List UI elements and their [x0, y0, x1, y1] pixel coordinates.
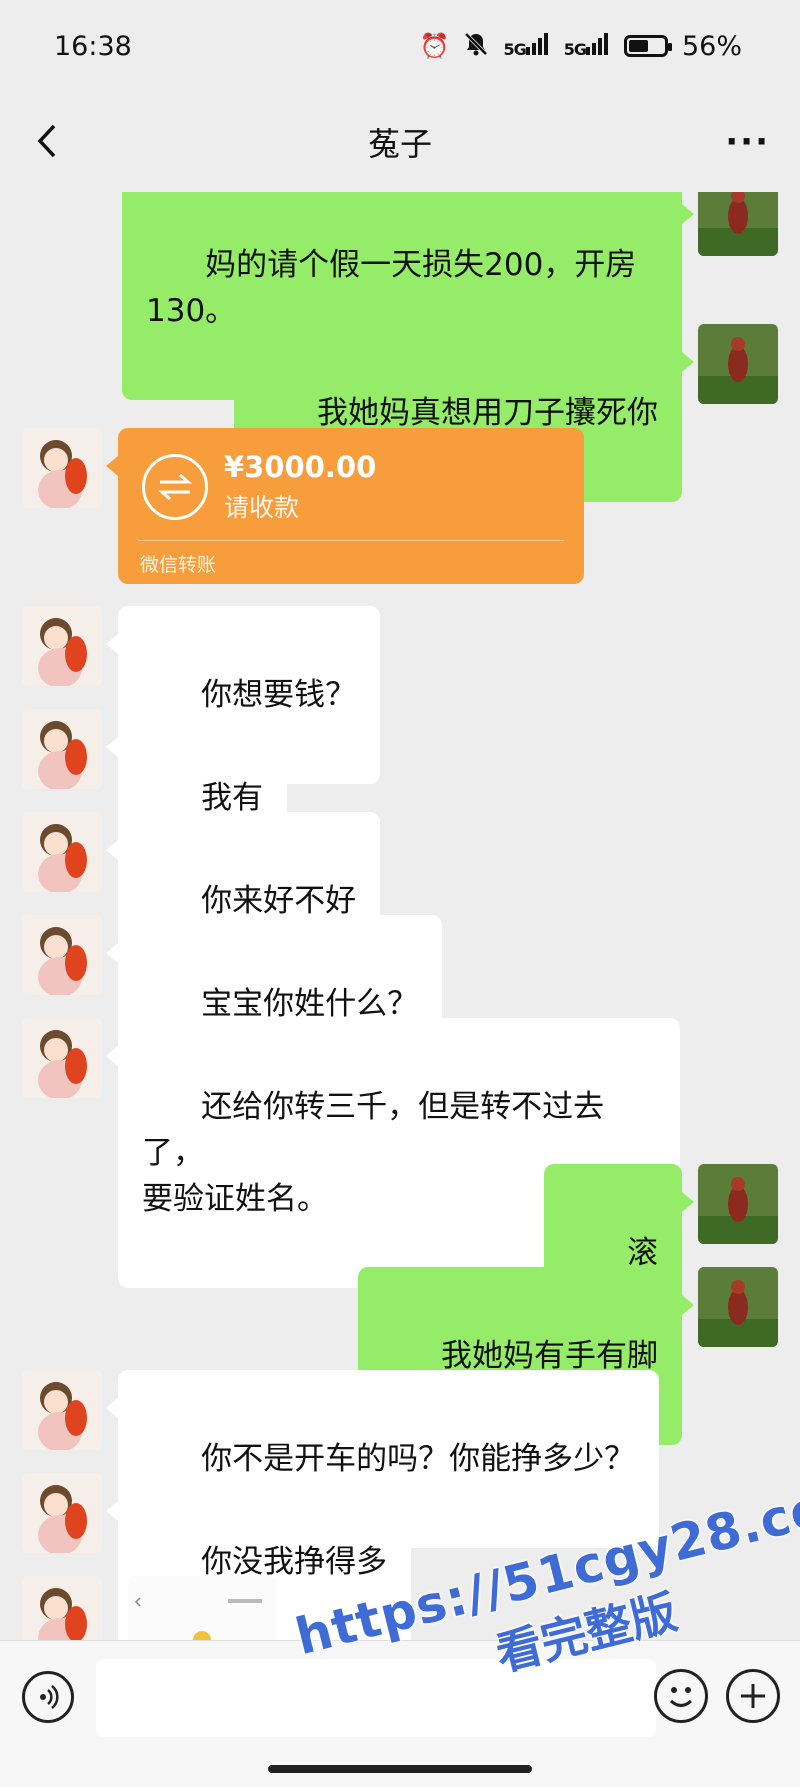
- message-text: 我她妈真想用刀子攮死你: [317, 395, 658, 431]
- message-text: 你来好不好: [201, 883, 357, 919]
- contact-avatar[interactable]: [22, 606, 102, 686]
- contact-avatar[interactable]: [22, 428, 102, 508]
- home-indicator[interactable]: [268, 1765, 532, 1773]
- signal-icon: 5G: [564, 33, 610, 59]
- back-button[interactable]: [30, 116, 70, 166]
- transfer-note: 请收款: [224, 493, 300, 522]
- voice-button[interactable]: [22, 1671, 74, 1723]
- battery-level: [628, 40, 649, 52]
- contact-avatar[interactable]: [22, 709, 102, 789]
- transfer-card[interactable]: ¥3000.00 请收款 微信转账: [106, 428, 584, 584]
- mute-icon: [463, 31, 489, 61]
- contact-avatar[interactable]: [22, 915, 102, 995]
- contact-avatar[interactable]: [22, 1018, 102, 1098]
- self-avatar[interactable]: [698, 1267, 778, 1347]
- voice-icon: [40, 1685, 59, 1709]
- status-time: 16:38: [54, 30, 132, 62]
- battery-icon: [623, 35, 672, 57]
- divider: [138, 540, 564, 541]
- chat-header: 菟子 ···: [0, 92, 800, 192]
- image-message[interactable]: [128, 1576, 276, 1640]
- self-avatar[interactable]: [698, 1164, 778, 1244]
- message-text: 你想要钱？: [201, 677, 357, 713]
- chevron-left-icon: [37, 124, 56, 158]
- message-list[interactable]: 妈的请个假一天损失200，开房 130。 我她妈真想用刀子攮死你 ¥3000.0…: [0, 192, 800, 1640]
- contact-avatar[interactable]: [22, 812, 102, 892]
- alarm-icon: ⏰: [419, 32, 450, 60]
- plus-button[interactable]: [726, 1669, 780, 1723]
- message-text: 你不是开车的吗？你能挣多少？: [201, 1441, 636, 1477]
- message-text: 还给你转三千，但是转不过去了， 要验证姓名。: [142, 1089, 605, 1217]
- contact-avatar[interactable]: [22, 1370, 102, 1450]
- plus-icon: [741, 1684, 765, 1708]
- message-text: 你没我挣得多: [201, 1544, 388, 1580]
- more-options-button[interactable]: ···: [725, 122, 770, 162]
- status-bar: 16:38 ⏰ 5G 5G 56%: [0, 0, 800, 92]
- self-avatar[interactable]: [698, 192, 778, 256]
- signal-icon: 5G: [503, 33, 549, 59]
- battery-percent: 56%: [681, 30, 742, 62]
- status-icons: ⏰ 5G 5G 56%: [420, 31, 742, 62]
- transfer-icon: [142, 454, 208, 520]
- self-avatar[interactable]: [698, 324, 778, 404]
- message-text: 我她妈有手有脚: [441, 1338, 658, 1374]
- transfer-label: 微信转账: [140, 554, 217, 576]
- contact-avatar[interactable]: [22, 1576, 102, 1640]
- contact-avatar[interactable]: [22, 1473, 102, 1553]
- message-text: 妈的请个假一天损失200，开房 130。: [146, 247, 637, 329]
- message-text: 我有: [201, 780, 264, 816]
- message-text: 宝宝你姓什么？: [201, 986, 419, 1022]
- message-text: 滚: [627, 1235, 658, 1271]
- transfer-amount: ¥3000.00: [224, 450, 377, 484]
- chat-title: 菟子: [367, 125, 432, 163]
